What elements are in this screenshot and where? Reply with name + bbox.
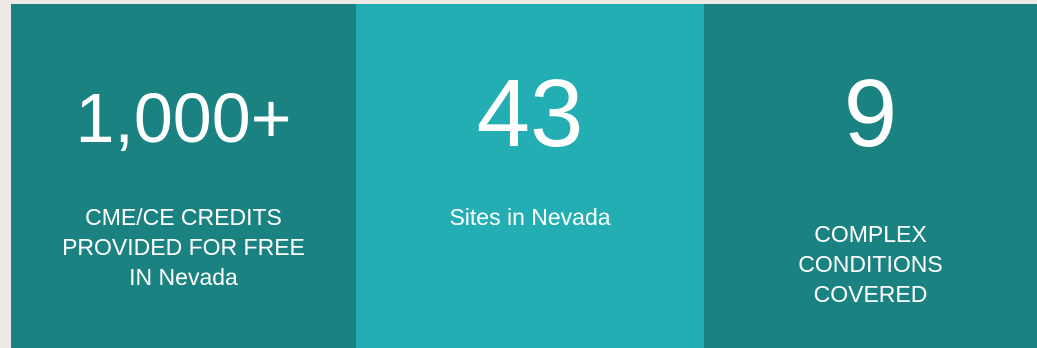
stat-label: COMPLEX CONDITIONS COVERED: [798, 221, 943, 307]
stat-tile-cme-credits: 1,000+ CME/CE CREDITS PROVIDED FOR FREE …: [11, 4, 356, 348]
stats-strip: 1,000+ CME/CE CREDITS PROVIDED FOR FREE …: [11, 4, 1037, 348]
stat-value: 1,000+: [75, 79, 292, 157]
stat-label: CME/CE CREDITS PROVIDED FOR FREE IN Neva…: [62, 204, 305, 290]
stat-value: 43: [476, 60, 584, 167]
stat-tile-conditions: 9 COMPLEX CONDITIONS COVERED: [704, 4, 1037, 348]
stat-value: 9: [843, 60, 898, 167]
stat-label: Sites in Nevada: [449, 204, 611, 230]
stat-tile-sites: 43 Sites in Nevada: [356, 4, 704, 348]
